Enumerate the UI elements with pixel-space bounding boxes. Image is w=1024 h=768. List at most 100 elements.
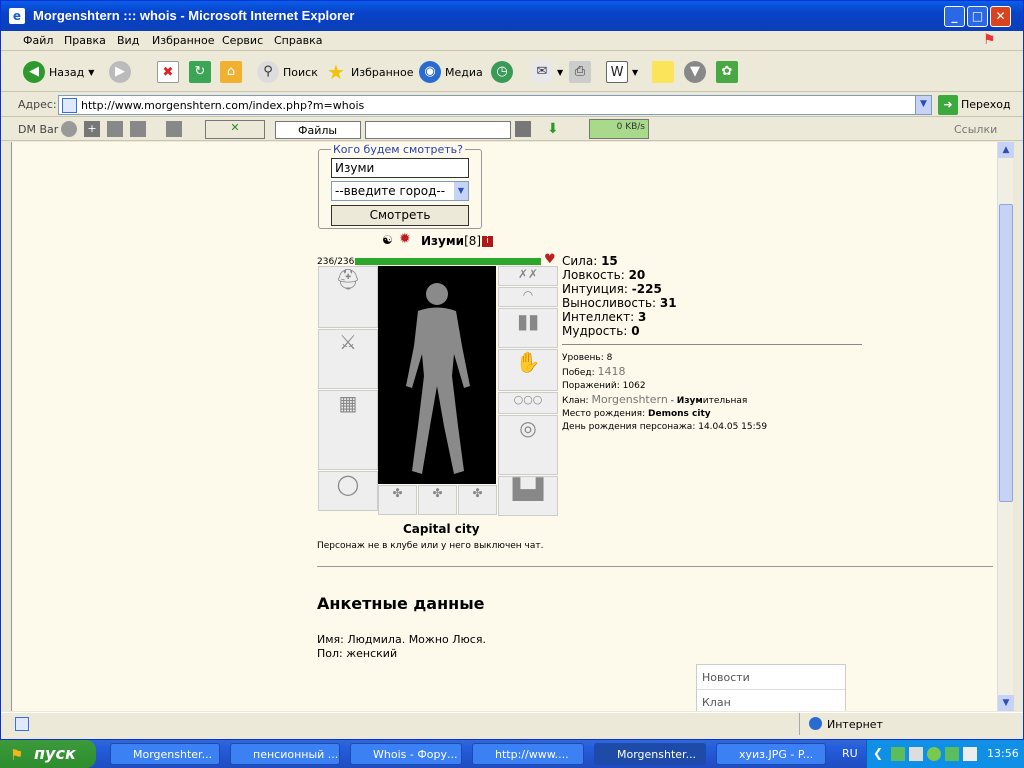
tray-volume-icon[interactable] bbox=[963, 747, 977, 761]
stop-button[interactable]: ✖ bbox=[157, 60, 179, 84]
mail-dropdown-icon[interactable]: ▼ bbox=[557, 68, 563, 77]
home-button[interactable]: ⌂ bbox=[220, 60, 242, 84]
chevron-down-icon[interactable]: ▼ bbox=[454, 182, 468, 200]
sidebar-item-clan[interactable]: Клан bbox=[697, 690, 845, 711]
view-button[interactable]: Смотреть bbox=[331, 205, 469, 226]
menu-bar: Файл Правка Вид Избранное Сервис Справка… bbox=[1, 31, 1023, 51]
forward-button[interactable]: ▶ bbox=[109, 60, 131, 84]
shield-slot[interactable]: ◎ bbox=[498, 415, 558, 475]
earrings-slot[interactable]: ✗✗ bbox=[498, 266, 558, 286]
city-select-value: --введите город-- bbox=[335, 184, 446, 198]
tray-arrow-icon[interactable]: ❮ bbox=[873, 746, 883, 760]
city-select[interactable]: --введите город-- ▼ bbox=[331, 181, 469, 201]
boots-slot[interactable]: ▙▟ bbox=[498, 476, 558, 516]
address-bar: Адрес: http://www.morgenshtern.com/index… bbox=[1, 93, 1023, 117]
download-arrow-icon[interactable]: ⬇ bbox=[547, 121, 563, 137]
profile-fields: Имя: Людмила. Можно Люся. Пол: женский bbox=[317, 633, 486, 661]
task-morgenshtern-active[interactable]: Morgenshter... bbox=[594, 743, 706, 765]
tray-icq-icon[interactable] bbox=[945, 747, 959, 761]
task-pension[interactable]: пенсионный ... bbox=[230, 743, 340, 765]
messenger-button[interactable]: ▼ bbox=[684, 60, 706, 84]
language-indicator[interactable]: RU bbox=[842, 747, 858, 760]
dm-search-icon[interactable] bbox=[515, 121, 531, 137]
files-select[interactable]: Файлы bbox=[275, 121, 361, 139]
print-button[interactable]: ⎙ bbox=[569, 60, 591, 84]
potion-slot-2[interactable]: ✤ bbox=[418, 485, 457, 515]
menu-tools[interactable]: Сервис bbox=[222, 34, 263, 47]
notes-button[interactable] bbox=[652, 60, 674, 84]
dropdown-arrow-icon[interactable]: ▼ bbox=[88, 68, 94, 77]
address-input[interactable]: http://www.morgenshtern.com/index.php?m=… bbox=[58, 95, 932, 115]
history-button[interactable]: ◷ bbox=[491, 60, 513, 84]
printer-icon: ⎙ bbox=[569, 61, 591, 83]
ie-window: e Morgenshtern ::: whois - Microsoft Int… bbox=[0, 0, 1024, 740]
dm-window-icon[interactable] bbox=[107, 121, 123, 137]
task-http[interactable]: http://www.... bbox=[472, 743, 584, 765]
clan-link[interactable]: Morgenshtern bbox=[591, 393, 667, 406]
task-whois-forum[interactable]: Whois - Фору... bbox=[350, 743, 462, 765]
task-paint[interactable]: хуиз.JPG - P... bbox=[716, 743, 826, 765]
favorites-button[interactable]: ★ Избранное bbox=[325, 60, 413, 84]
dm-settings-icon[interactable] bbox=[166, 121, 182, 137]
bracers-slot[interactable]: ▮▮ bbox=[498, 308, 558, 348]
necklace-slot[interactable]: ◠ bbox=[498, 287, 558, 307]
potion-slot-3[interactable]: ✤ bbox=[458, 485, 497, 515]
menu-favorites[interactable]: Избранное bbox=[152, 34, 214, 47]
title-bar[interactable]: e Morgenshtern ::: whois - Microsoft Int… bbox=[1, 1, 1023, 31]
close-button[interactable]: ✕ bbox=[990, 6, 1011, 27]
address-dropdown-icon[interactable]: ▼ bbox=[915, 96, 931, 114]
mail-button[interactable]: ✉ ▼ bbox=[531, 60, 563, 84]
info-icon[interactable]: i bbox=[482, 236, 493, 247]
menu-help[interactable]: Справка bbox=[274, 34, 322, 47]
weapon-slot[interactable]: ⚔ bbox=[318, 329, 378, 389]
minimize-button[interactable]: _ bbox=[944, 6, 965, 27]
tray-network-icon[interactable] bbox=[909, 747, 923, 761]
tray-app-icon[interactable] bbox=[891, 747, 905, 761]
menu-edit[interactable]: Правка bbox=[64, 34, 106, 47]
character-name-input[interactable]: Изуми bbox=[331, 158, 469, 178]
media-button[interactable]: ◉ Медиа bbox=[419, 60, 483, 84]
maximize-button[interactable]: □ bbox=[967, 6, 988, 27]
stat-value: -225 bbox=[631, 282, 662, 296]
standard-toolbar: ◀ Назад ▼ ▶ ✖ ↻ ⌂ ⚲ Поиск ★ Избранное ◉ Медиа… bbox=[1, 52, 1023, 92]
back-button[interactable]: ◀ Назад ▼ bbox=[23, 60, 94, 84]
edit-button[interactable]: W ▼ bbox=[606, 60, 638, 84]
belt-slot[interactable]: ◯ bbox=[318, 471, 378, 511]
dm-home-icon[interactable] bbox=[130, 121, 146, 137]
go-button[interactable]: Переход bbox=[961, 98, 1011, 111]
scroll-down-icon[interactable]: ▼ bbox=[998, 695, 1014, 711]
go-arrow-icon[interactable]: ➜ bbox=[938, 95, 958, 115]
sidebar-item-news[interactable]: Новости bbox=[697, 665, 845, 690]
form-legend: Кого будем смотреть? bbox=[331, 143, 465, 156]
birthplace-value: Demons city bbox=[648, 409, 711, 419]
icq-button[interactable]: ✿ bbox=[716, 60, 738, 84]
helmet-slot[interactable]: ⛑ bbox=[318, 266, 378, 328]
potion-slot-1[interactable]: ✤ bbox=[378, 485, 417, 515]
tray-check-icon[interactable] bbox=[927, 747, 941, 761]
align-sun-icon: ✹ bbox=[399, 231, 411, 247]
task-morgenshtern-1[interactable]: Morgenshter... bbox=[110, 743, 220, 765]
gloves-slot[interactable]: ✋ bbox=[498, 349, 558, 391]
scroll-up-icon[interactable]: ▲ bbox=[998, 142, 1014, 158]
character-info: Уровень: 8 Побед: 1418 Поражений: 1062 К… bbox=[562, 352, 767, 434]
chat-status: Персонаж не в клубе или у него выключен … bbox=[317, 541, 544, 551]
menu-view[interactable]: Вид bbox=[117, 34, 139, 47]
refresh-button[interactable]: ↻ bbox=[189, 60, 211, 84]
dm-url-input[interactable] bbox=[365, 121, 511, 139]
edit-dropdown-icon[interactable]: ▼ bbox=[632, 68, 638, 77]
armor-slot[interactable]: ▦ bbox=[318, 390, 378, 470]
search-button[interactable]: ⚲ Поиск bbox=[257, 60, 318, 84]
forward-arrow-icon: ▶ bbox=[109, 61, 131, 83]
system-tray: ❮ 13:56 bbox=[866, 740, 1024, 768]
menu-file[interactable]: Файл bbox=[23, 34, 53, 47]
dm-add-icon[interactable]: + bbox=[84, 121, 100, 137]
dm-globe-icon[interactable] bbox=[61, 121, 77, 137]
home-icon: ⌂ bbox=[220, 61, 242, 83]
links-label[interactable]: Ссылки bbox=[954, 123, 997, 136]
stat-label: Интеллект: bbox=[562, 310, 635, 324]
rings-slot[interactable]: ○○○ bbox=[498, 392, 558, 414]
scroll-thumb[interactable] bbox=[999, 204, 1013, 502]
vertical-scrollbar[interactable]: ▲ ▼ bbox=[997, 142, 1014, 711]
status-divider bbox=[799, 713, 800, 735]
dm-connect-icon[interactable]: ✕ bbox=[205, 120, 265, 139]
